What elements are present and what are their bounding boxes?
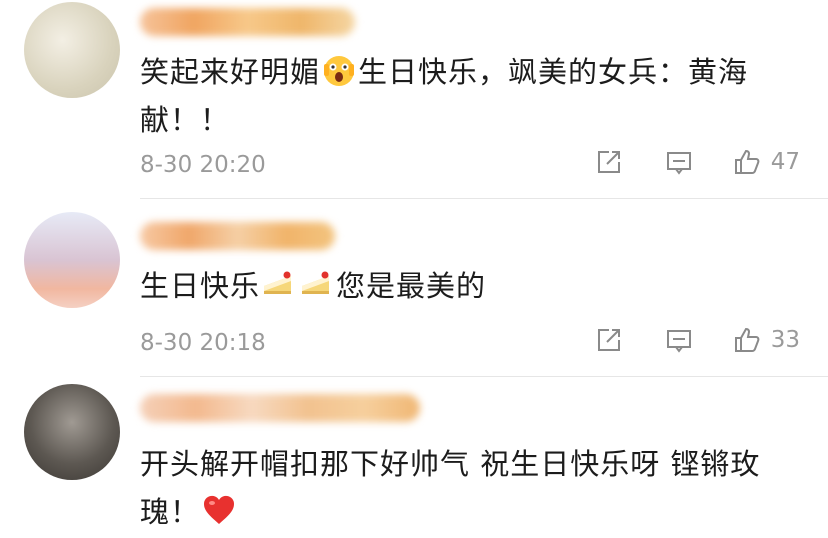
cake-emoji xyxy=(264,271,292,294)
divider xyxy=(140,198,828,199)
username-blurred[interactable] xyxy=(140,8,355,36)
scream-face-emoji xyxy=(324,56,355,86)
comment-actions: 33 xyxy=(553,326,800,354)
comment-text: 生日快乐 您是最美的 xyxy=(140,262,774,310)
like-count: 47 xyxy=(770,149,800,175)
username-blurred[interactable] xyxy=(140,222,335,250)
share-icon[interactable] xyxy=(595,148,623,176)
thumbs-up-icon xyxy=(734,149,760,174)
like-button[interactable]: 47 xyxy=(733,148,800,176)
thumbs-up-icon xyxy=(734,327,760,352)
comment-icon[interactable] xyxy=(665,148,693,176)
comment-timestamp: 8-30 20:18 xyxy=(140,330,266,356)
comment-text: 笑起来好明媚 生日快乐，飒美的女兵：黄海献！！ xyxy=(140,48,774,144)
avatar[interactable] xyxy=(24,212,120,308)
like-count: 33 xyxy=(770,327,800,353)
heart-emoji xyxy=(204,495,235,524)
comment-actions: 47 xyxy=(553,148,800,176)
cake-emoji xyxy=(302,271,330,294)
share-icon[interactable] xyxy=(595,326,623,354)
comment-text: 开头解开帽扣那下好帅气 祝生日快乐呀 铿锵玫瑰！ xyxy=(140,447,761,529)
like-button[interactable]: 33 xyxy=(733,326,800,354)
avatar[interactable] xyxy=(24,2,120,98)
divider xyxy=(140,376,828,377)
username-blurred[interactable] xyxy=(140,394,420,422)
comment-icon[interactable] xyxy=(665,326,693,354)
comment-timestamp: 8-30 20:20 xyxy=(140,152,266,178)
avatar[interactable] xyxy=(24,384,120,480)
